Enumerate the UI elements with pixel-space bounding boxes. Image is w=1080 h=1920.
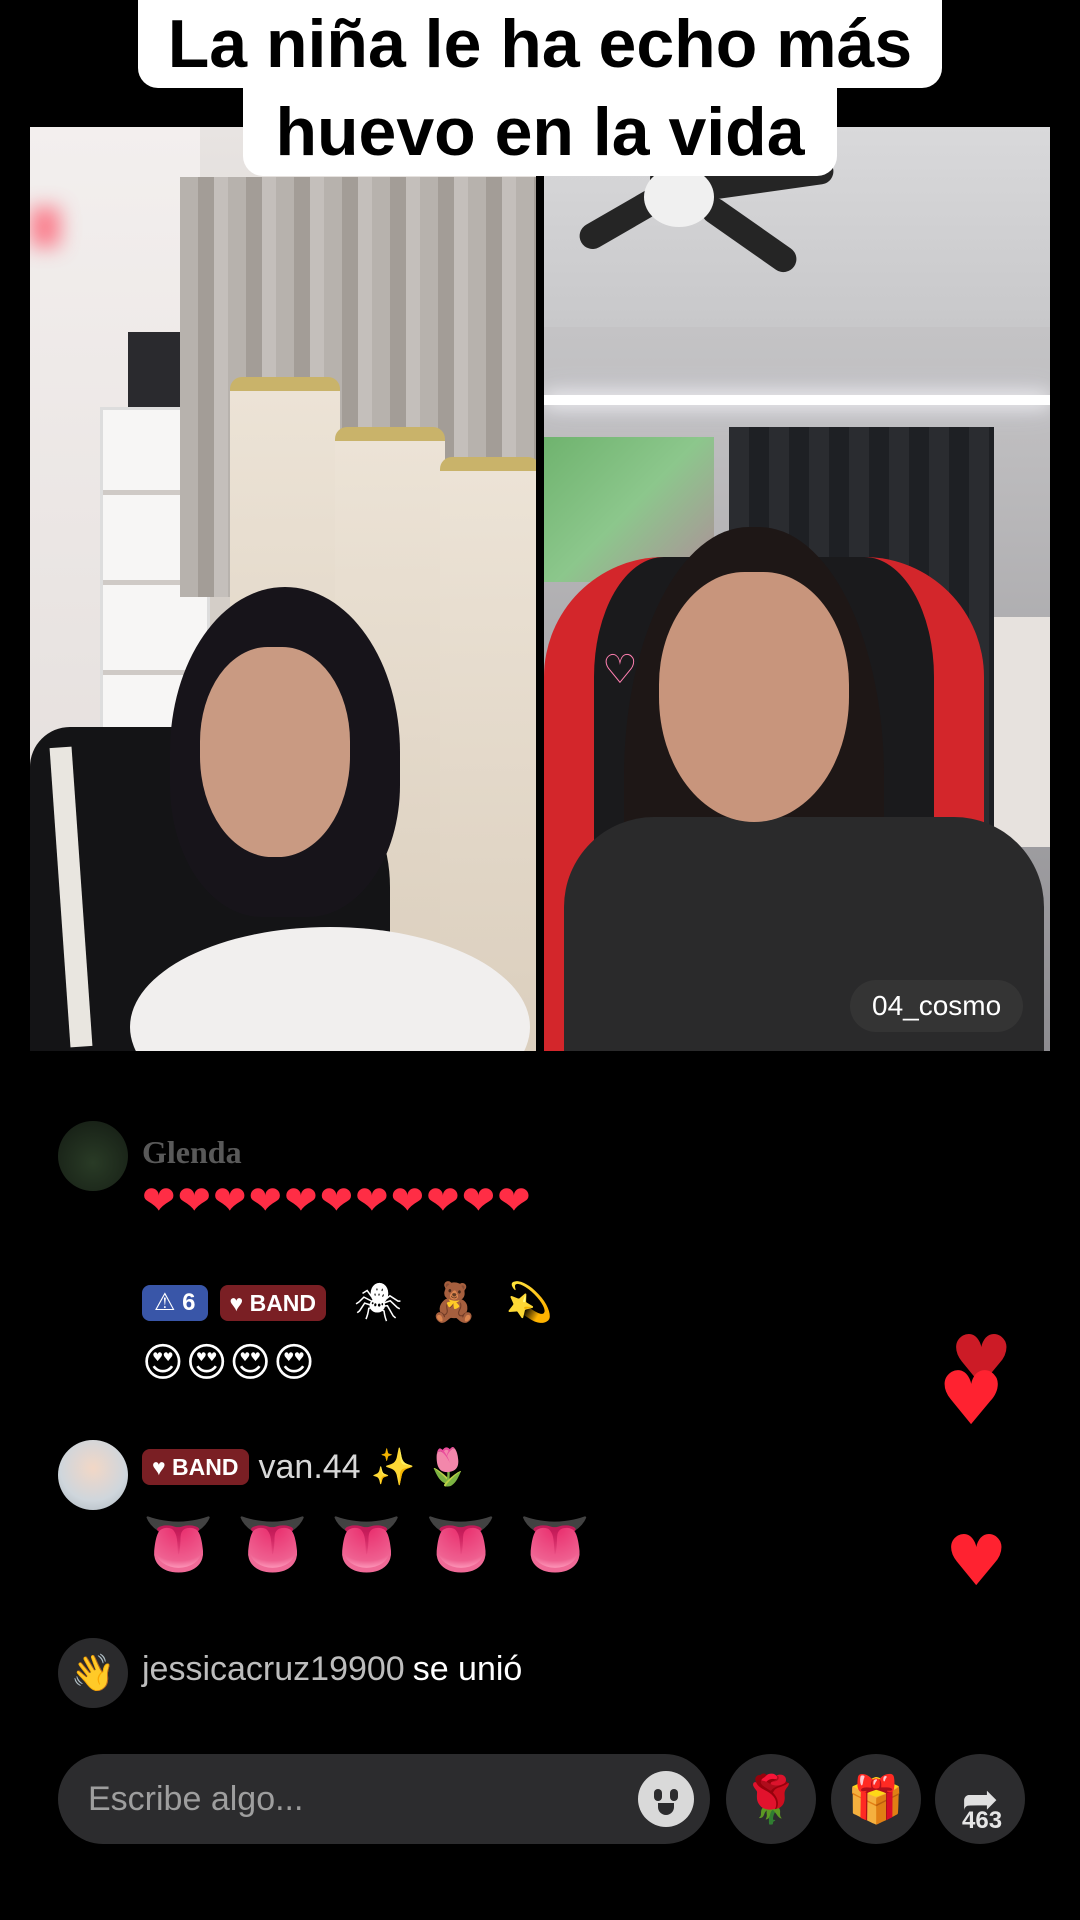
chat-message-content: 👅👅👅👅👅 — [142, 1510, 614, 1578]
level-badge[interactable]: ⚠ 6 — [142, 1284, 208, 1321]
join-text: se unió — [412, 1650, 523, 1688]
comment-placeholder: Escribe algo... — [88, 1780, 304, 1818]
chat-header: ♥ BAND van.44 ✨ 🌷 — [142, 1446, 470, 1488]
scene-person-face — [200, 647, 350, 857]
scene-person-face — [659, 572, 849, 822]
tulip-icon: 🌷 — [425, 1447, 471, 1488]
share-count: 463 — [962, 1807, 1003, 1834]
scene-neon-light — [30, 207, 60, 247]
spider-icon: 🕷 — [354, 1280, 403, 1324]
join-event: jessicacruz19900 se unió — [142, 1650, 522, 1689]
floating-heart-icon: ♥ — [938, 1356, 1005, 1442]
sparkles-icon: ✨ — [370, 1447, 416, 1488]
rose-gift-button[interactable]: 🌹 — [726, 1754, 816, 1844]
band-badge[interactable]: ♥ BAND — [142, 1449, 249, 1485]
avatar[interactable] — [58, 1121, 128, 1191]
scene-poster — [128, 332, 186, 412]
avatar[interactable] — [58, 1440, 128, 1510]
scene-shelf — [994, 617, 1050, 847]
scene-ceiling-fan — [644, 167, 714, 227]
band-badge[interactable]: ♥ BAND — [219, 1284, 327, 1321]
comment-input[interactable]: Escribe algo... — [58, 1754, 710, 1844]
join-username[interactable]: jessicacruz19900 — [142, 1650, 405, 1688]
dizzy-star-icon: 💫 — [505, 1280, 553, 1324]
left-video-feed[interactable] — [30, 127, 536, 1051]
heart-clip-icon: ♡ — [602, 647, 638, 693]
participant-name-tag[interactable]: 04_cosmo — [850, 980, 1024, 1032]
smiley-icon[interactable] — [638, 1771, 694, 1827]
gift-button[interactable]: 🎁 — [831, 1754, 921, 1844]
scene-led-strip — [544, 395, 1050, 405]
chat-message-content: 😍😍😍😍 — [142, 1340, 317, 1386]
chat-username[interactable]: van.44 — [259, 1448, 361, 1487]
chat-username[interactable]: Glenda — [142, 1134, 242, 1171]
chat-message-content: ❤❤❤❤❤❤❤❤❤❤❤ — [142, 1178, 533, 1224]
wave-icon: 👋 — [58, 1638, 128, 1708]
floating-heart-icon: ♥ — [945, 1520, 1008, 1602]
caption-line-2: huevo en la vida — [243, 88, 837, 176]
chat-badges: ⚠ 6 ♥ BAND 🕷 🧸 💫 — [142, 1280, 553, 1325]
teddy-bear-icon: 🧸 — [430, 1280, 478, 1324]
right-video-feed[interactable]: ♡ 04_cosmo — [544, 127, 1050, 1051]
caption-line-1: La niña le ha echo más — [137, 0, 943, 88]
video-caption: La niña le ha echo más huevo en la vida — [0, 0, 1080, 176]
